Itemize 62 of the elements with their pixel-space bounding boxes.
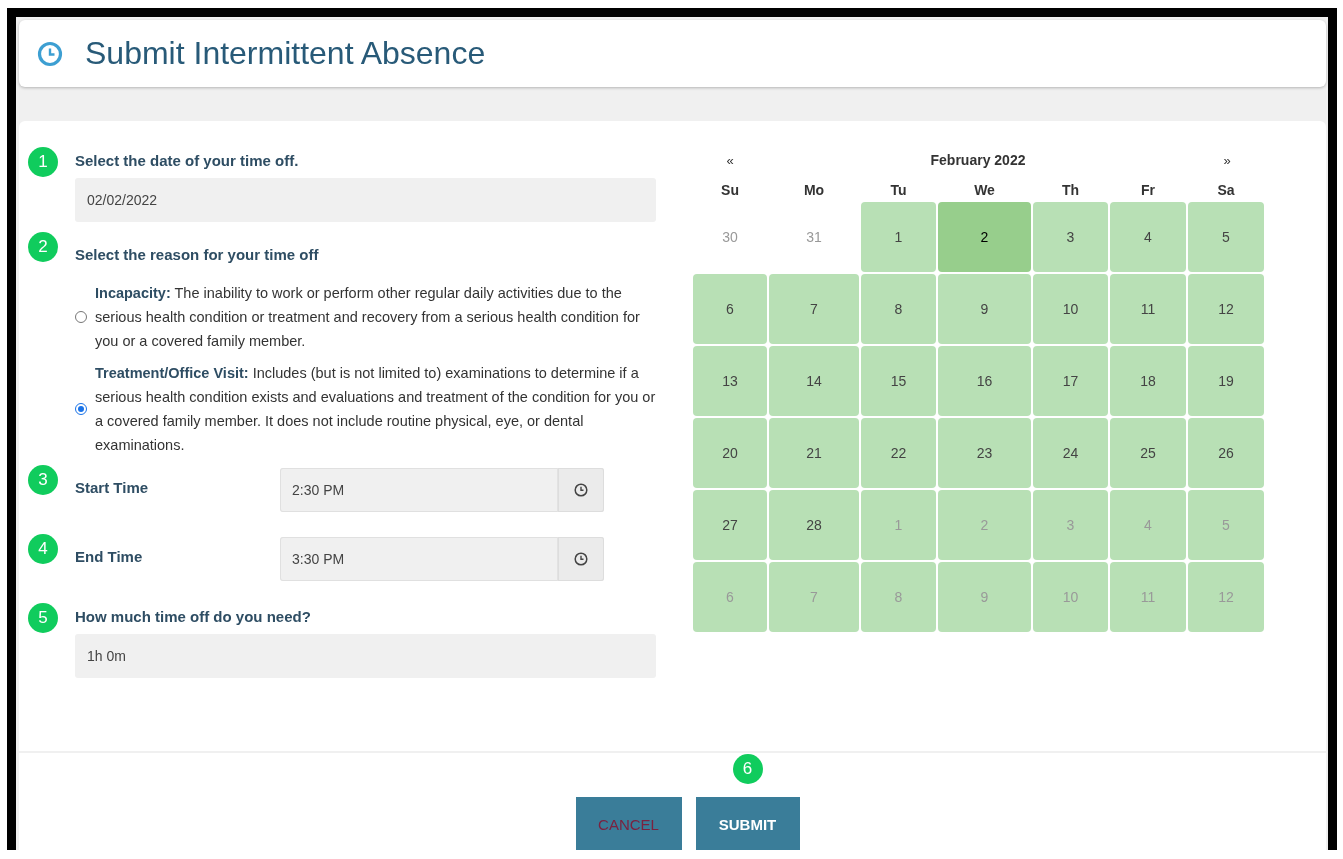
calendar-day[interactable]: 13 bbox=[693, 346, 767, 416]
page-title: Submit Intermittent Absence bbox=[85, 35, 486, 72]
calendar-day[interactable]: 17 bbox=[1033, 346, 1108, 416]
weekday-label: Mo bbox=[802, 182, 826, 198]
radio-button[interactable] bbox=[75, 311, 87, 323]
step-badge: 3 bbox=[28, 465, 58, 495]
calendar-day[interactable]: 27 bbox=[693, 490, 767, 560]
calendar-day[interactable]: 12 bbox=[1188, 274, 1264, 344]
calendar-day[interactable]: 14 bbox=[769, 346, 859, 416]
field-label: End Time bbox=[75, 547, 144, 567]
month-title[interactable]: February 2022 bbox=[767, 152, 1189, 168]
calendar-day[interactable]: 24 bbox=[1033, 418, 1108, 488]
step-badge: 4 bbox=[28, 534, 58, 564]
time-field[interactable]: 2:30 PM bbox=[280, 468, 604, 512]
weekday-label: Su bbox=[720, 182, 740, 198]
calendar-day[interactable]: 18 bbox=[1110, 346, 1186, 416]
field-label: Start Time bbox=[75, 478, 150, 498]
calendar-day[interactable]: 7 bbox=[769, 274, 859, 344]
option-text: Treatment/Office Visit: Includes (but is not limited to) examinations to determine if a serious health condition exists and evaluations and treatment of the condition for you or a covered family member. It does not include routine physical, eye, or dental examinations. bbox=[95, 364, 656, 455]
weekday-label: Th bbox=[1060, 182, 1081, 198]
weekday-label: Tu bbox=[889, 182, 908, 198]
clock-icon[interactable] bbox=[574, 483, 588, 497]
calendar-day[interactable]: 8 bbox=[861, 274, 936, 344]
calendar-day[interactable]: 22 bbox=[861, 418, 936, 488]
calendar-day[interactable]: 1 bbox=[861, 202, 936, 272]
calendar-day[interactable]: 10 bbox=[1033, 274, 1108, 344]
calendar-day[interactable]: 4 bbox=[1110, 202, 1186, 272]
field-label: How much time off do you need? bbox=[75, 607, 312, 625]
input-field[interactable]: 02/02/2022 bbox=[75, 178, 656, 222]
input-field[interactable]: 1h 0m bbox=[75, 634, 656, 678]
weekday-label: We bbox=[973, 182, 996, 198]
option-text: Incapacity: The inability to work or perform other regular daily activities due to the serious health condition or treatment and recovery from a serious health condition for you or a covered family member. bbox=[95, 284, 641, 351]
weekday-label: Fr bbox=[1140, 182, 1156, 198]
clock-icon[interactable] bbox=[574, 552, 588, 566]
step-badge: 6 bbox=[732, 754, 763, 784]
step-badge: 1 bbox=[28, 147, 58, 177]
step-badge: 5 bbox=[28, 603, 58, 633]
radio-button[interactable] bbox=[75, 403, 87, 415]
calendar-day[interactable]: 28 bbox=[769, 490, 859, 560]
weekday-label: Sa bbox=[1216, 182, 1236, 198]
calendar-day[interactable]: 16 bbox=[938, 346, 1031, 416]
calendar-day[interactable]: 11 bbox=[1110, 274, 1186, 344]
calendar-day[interactable]: 15 bbox=[861, 346, 936, 416]
previous-month-button[interactable]: « bbox=[726, 152, 734, 168]
submit-button[interactable]: SUBMIT bbox=[695, 797, 800, 850]
calendar-day[interactable]: 23 bbox=[938, 418, 1031, 488]
calendar-day[interactable]: 2 bbox=[938, 202, 1031, 272]
calendar-day[interactable]: 21 bbox=[769, 418, 859, 488]
time-field[interactable]: 3:30 PM bbox=[280, 537, 604, 581]
calendar-day[interactable]: 9 bbox=[938, 274, 1031, 344]
calendar-day[interactable]: 5 bbox=[1188, 202, 1264, 272]
field-label: Select the reason for your time off bbox=[75, 245, 320, 263]
calendar-day[interactable]: 20 bbox=[693, 418, 767, 488]
next-month-button[interactable]: » bbox=[1223, 152, 1231, 168]
calendar-day[interactable]: 25 bbox=[1110, 418, 1186, 488]
clock-icon bbox=[37, 40, 63, 67]
calendar-day[interactable]: 6 bbox=[693, 274, 767, 344]
calendar-day[interactable]: 3 bbox=[1033, 202, 1108, 272]
field-label: Select the date of your time off. bbox=[75, 151, 300, 169]
calendar-day[interactable]: 19 bbox=[1188, 346, 1264, 416]
calendar-day[interactable]: 26 bbox=[1188, 418, 1264, 488]
step-badge: 2 bbox=[28, 232, 58, 262]
